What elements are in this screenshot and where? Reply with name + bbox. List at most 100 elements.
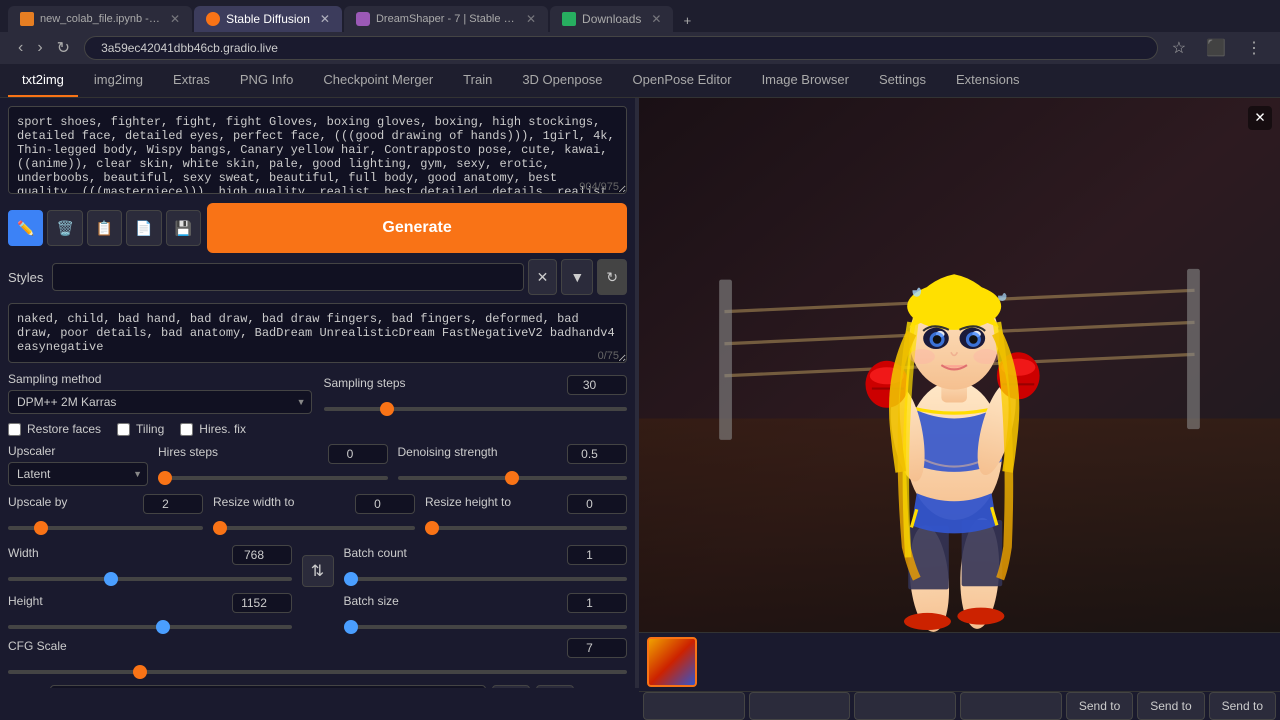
tiling-check[interactable]: Tiling	[117, 422, 164, 436]
forward-button[interactable]: ›	[31, 37, 48, 59]
upscale-by-slider[interactable]	[8, 526, 203, 530]
styles-dropdown-btn[interactable]: ▼	[561, 259, 593, 295]
refresh-button[interactable]: ↻	[51, 36, 76, 60]
restore-faces-checkbox[interactable]	[8, 423, 21, 436]
width-input[interactable]	[232, 545, 292, 565]
cfg-input[interactable]	[567, 638, 627, 658]
restore-faces-label: Restore faces	[27, 422, 101, 436]
browser-tab-dl[interactable]: Downloads ✕	[550, 6, 673, 32]
upscale-by-input[interactable]	[143, 494, 203, 514]
bookmark-button[interactable]: ☆	[1166, 36, 1192, 60]
upscaler-select[interactable]: Latent	[8, 462, 148, 486]
swap-dimensions-btn[interactable]: ⇅	[302, 555, 334, 587]
batch-count-input[interactable]	[567, 545, 627, 565]
height-batch-size-row: Height Batch size	[8, 593, 627, 632]
tab-label-sd: Stable Diffusion	[226, 12, 310, 26]
tab-txt2img[interactable]: txt2img	[8, 64, 78, 97]
image-close-btn[interactable]: ✕	[1248, 106, 1272, 130]
height-input[interactable]	[232, 593, 292, 613]
tab-checkpoint-merger[interactable]: Checkpoint Merger	[309, 64, 447, 97]
address-input[interactable]	[84, 36, 1158, 60]
thumbnail-item[interactable]	[647, 637, 697, 687]
resize-w-slider[interactable]	[213, 526, 415, 530]
resize-h-input[interactable]	[567, 494, 627, 514]
seed-input[interactable]	[50, 685, 486, 688]
action-btn-1[interactable]	[643, 692, 745, 720]
hires-fix-check[interactable]: Hires. fix	[180, 422, 246, 436]
resize-h-slider[interactable]	[425, 526, 627, 530]
tab-train[interactable]: Train	[449, 64, 506, 97]
tab-close-dl[interactable]: ✕	[651, 12, 661, 26]
send-to-btn-3[interactable]: Send to	[1209, 692, 1276, 720]
styles-clear-btn[interactable]: ✕	[528, 259, 558, 295]
denoising-label: Denoising strength	[398, 445, 498, 459]
hires-steps-input[interactable]	[328, 444, 388, 464]
action-btn-2[interactable]	[749, 692, 851, 720]
back-button[interactable]: ‹	[12, 37, 29, 59]
styles-input[interactable]	[52, 263, 524, 291]
tab-3d-openpose[interactable]: 3D Openpose	[508, 64, 616, 97]
tab-label-dl: Downloads	[582, 12, 641, 26]
styles-refresh-btn[interactable]: ↻	[597, 259, 627, 295]
hires-fix-checkbox[interactable]	[180, 423, 193, 436]
width-slider[interactable]	[8, 577, 292, 581]
tab-extensions[interactable]: Extensions	[942, 64, 1034, 97]
hires-steps-slider[interactable]	[158, 476, 388, 480]
styles-row: Styles ✕ ▼ ↻	[8, 259, 627, 295]
tab-openpose-editor[interactable]: OpenPose Editor	[619, 64, 746, 97]
cfg-slider[interactable]	[8, 670, 627, 674]
seed-recycle-btn[interactable]: ♻️	[536, 685, 574, 688]
menu-button[interactable]: ⋮	[1240, 36, 1268, 60]
batch-count-slider[interactable]	[344, 577, 628, 581]
negative-char-count: 0/75	[598, 350, 619, 362]
sampling-steps-slider[interactable]	[324, 407, 628, 411]
action-btn-3[interactable]	[854, 692, 956, 720]
trash-icon-btn[interactable]: 🗑️	[47, 210, 82, 246]
tab-close-dream[interactable]: ✕	[526, 12, 536, 26]
upscaler-col: Upscaler Latent	[8, 444, 148, 486]
send-to-btn-2[interactable]: Send to	[1137, 692, 1204, 720]
action-btn-4[interactable]	[960, 692, 1062, 720]
extensions-button[interactable]: ⬛	[1200, 36, 1232, 60]
width-col: Width	[8, 545, 292, 584]
denoising-input[interactable]	[567, 444, 627, 464]
new-tab-button[interactable]: +	[675, 9, 699, 32]
tab-close-sd[interactable]: ✕	[320, 12, 330, 26]
batch-size-col: Batch size	[344, 593, 628, 632]
batch-count-col: Batch count	[344, 545, 628, 584]
sampling-steps-input[interactable]: 30	[567, 375, 627, 395]
batch-size-input[interactable]	[567, 593, 627, 613]
browser-tab-sd[interactable]: Stable Diffusion ✕	[194, 6, 342, 32]
generate-button[interactable]: Generate	[207, 203, 627, 253]
batch-count-label: Batch count	[344, 546, 407, 560]
colab-favicon	[20, 12, 34, 26]
height-col: Height	[8, 593, 292, 632]
generate-row: ✏️ 🗑️ 📋 📄 💾 Generate	[8, 203, 627, 253]
tiling-checkbox[interactable]	[117, 423, 130, 436]
tab-png-info[interactable]: PNG Info	[226, 64, 307, 97]
paint-icon-btn[interactable]: ✏️	[8, 210, 43, 246]
browser-tab-colab[interactable]: new_colab_file.ipynb - Collabora... ✕	[8, 6, 192, 32]
restore-faces-check[interactable]: Restore faces	[8, 422, 101, 436]
send-to-btn-1[interactable]: Send to	[1066, 692, 1133, 720]
upscale-by-label: Upscale by	[8, 495, 67, 509]
tab-close-colab[interactable]: ✕	[170, 12, 180, 26]
sampling-method-select[interactable]: DPM++ 2M Karras	[8, 390, 312, 414]
doc-icon-btn[interactable]: 📄	[126, 210, 161, 246]
tab-image-browser[interactable]: Image Browser	[748, 64, 863, 97]
negative-prompt-input[interactable]: naked, child, bad hand, bad draw, bad dr…	[8, 303, 627, 363]
save-icon-btn[interactable]: 💾	[166, 210, 201, 246]
thumbnail-strip	[639, 632, 1280, 691]
denoising-slider[interactable]	[398, 476, 628, 480]
tab-settings[interactable]: Settings	[865, 64, 940, 97]
positive-prompt-input[interactable]: sport shoes, fighter, fight, fight Glove…	[8, 106, 627, 194]
browser-tab-dream[interactable]: DreamShaper - 7 | Stable Diffusio... ✕	[344, 6, 548, 32]
resize-w-input[interactable]	[355, 494, 415, 514]
tab-extras[interactable]: Extras	[159, 64, 224, 97]
resize-w-label: Resize width to	[213, 495, 294, 509]
batch-size-slider[interactable]	[344, 625, 628, 629]
clipboard-icon-btn[interactable]: 📋	[87, 210, 122, 246]
height-slider[interactable]	[8, 625, 292, 629]
seed-dice-btn[interactable]: 🎲	[492, 685, 530, 688]
tab-img2img[interactable]: img2img	[80, 64, 157, 97]
